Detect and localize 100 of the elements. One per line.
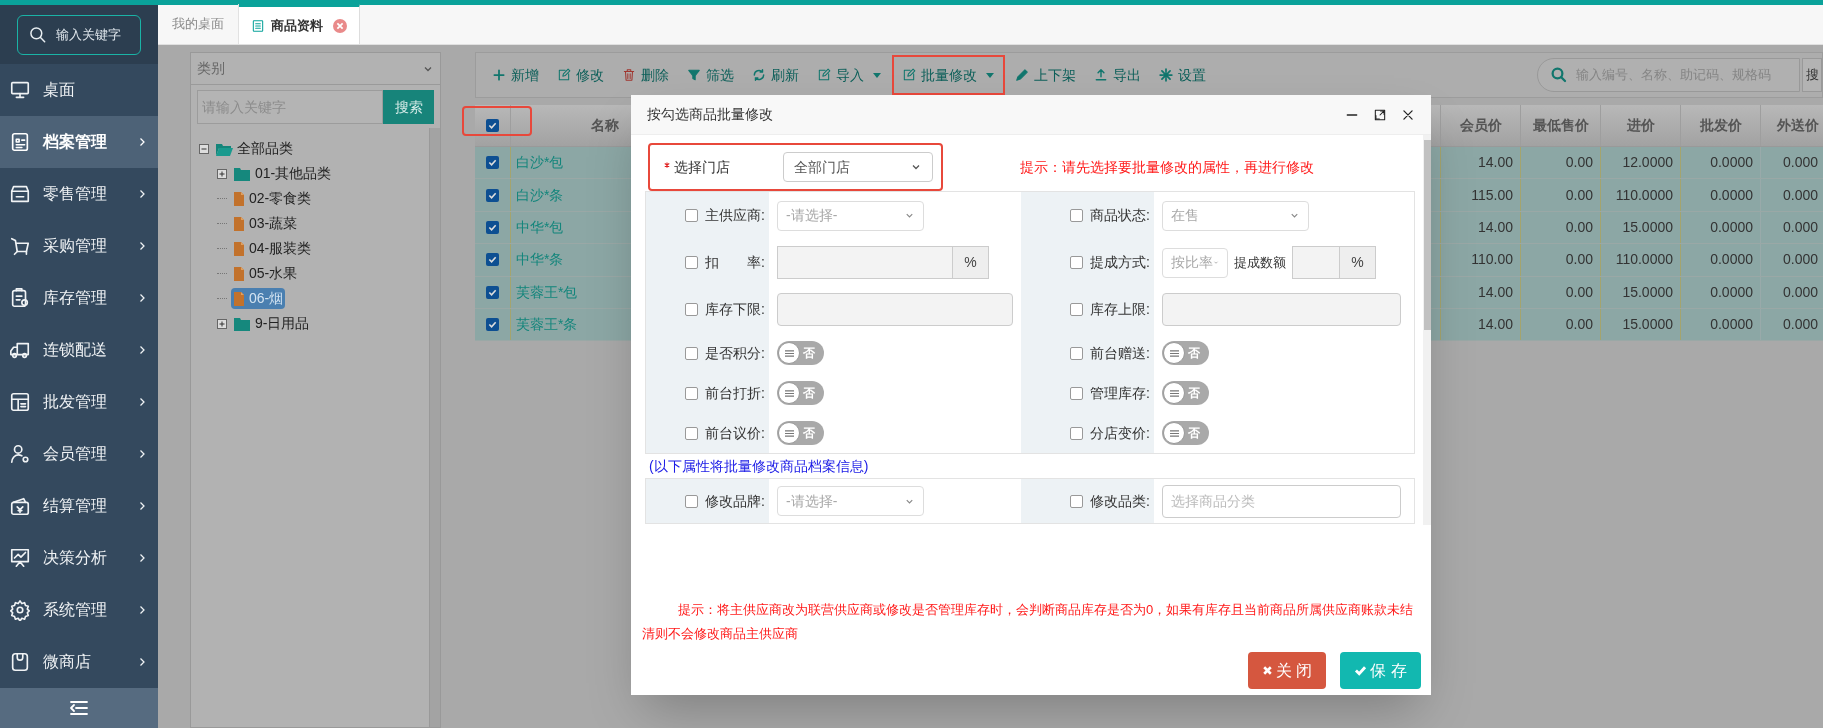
checkbox[interactable] (486, 188, 499, 202)
tree-item[interactable]: 01-其他品类 (231, 163, 334, 184)
checkbox[interactable] (486, 253, 499, 267)
checkbox[interactable] (1070, 426, 1084, 440)
table-cell: 110.00 (1440, 244, 1520, 276)
toolbar-button[interactable]: 刷新 (744, 55, 807, 95)
toolbar-button[interactable]: 删除 (614, 55, 677, 95)
toggle-switch[interactable]: 否 (1162, 341, 1209, 365)
toolbar-button[interactable]: 新增 (484, 55, 547, 95)
toolbar-button[interactable]: 导入 (809, 55, 890, 95)
input-field[interactable]: 选择商品分类 (1162, 484, 1401, 518)
edit-icon (557, 68, 571, 82)
checkbox[interactable] (486, 119, 499, 132)
toggle-switch[interactable]: 否 (777, 341, 824, 365)
checkbox[interactable] (486, 156, 499, 170)
checkbox[interactable] (685, 346, 699, 360)
checkbox[interactable] (685, 386, 699, 400)
checkbox[interactable] (685, 256, 699, 269)
sidebar-item[interactable]: 连锁配送 (0, 324, 158, 376)
sidebar-item[interactable]: 微商店 (0, 636, 158, 688)
tab[interactable]: 商品资料 (239, 4, 360, 44)
sidebar-item[interactable]: 结算管理 (0, 480, 158, 532)
toolbar-button[interactable]: 筛选 (679, 55, 742, 95)
table-cell: 0.0000 (1680, 244, 1760, 276)
sidebar-item[interactable]: 批发管理 (0, 376, 158, 428)
input-field[interactable] (1292, 246, 1340, 279)
checkbox[interactable] (486, 318, 499, 332)
toggle-switch[interactable]: 否 (1162, 421, 1209, 445)
checkbox[interactable] (486, 285, 499, 299)
checkbox[interactable] (1070, 386, 1084, 400)
scrollbar[interactable] (429, 128, 440, 727)
save-button[interactable]: 保 存 (1340, 652, 1421, 689)
field-label: 扣 率: (705, 253, 765, 272)
tree-item[interactable]: 06-烟 (231, 288, 286, 309)
scrollbar[interactable] (1423, 135, 1431, 525)
sidebar-item[interactable]: 会员管理 (0, 428, 158, 480)
toggle-switch[interactable]: 否 (777, 421, 824, 445)
close-button[interactable]: 关 闭 (1248, 652, 1326, 689)
checkbox[interactable] (685, 426, 699, 440)
collapse-icon[interactable] (199, 143, 209, 154)
toolbar-button[interactable]: 上下架 (1007, 55, 1084, 95)
table-cell: 12.0000 (1600, 147, 1680, 179)
toggle-knob[interactable] (1163, 342, 1185, 364)
section-note: (以下属性将批量修改商品档案信息) (648, 456, 870, 476)
maximize-icon[interactable] (1373, 107, 1387, 122)
tree-item[interactable]: 05-水果 (231, 263, 300, 284)
folder-icon (233, 166, 251, 181)
toggle-knob[interactable] (778, 382, 800, 404)
toolbar-button[interactable]: 修改 (549, 55, 612, 95)
sidebar-item[interactable]: 桌面 (0, 64, 158, 116)
column-header[interactable]: 进价 (1600, 105, 1680, 146)
checkbox[interactable] (1070, 346, 1084, 360)
tree-item[interactable]: 9-日用品 (231, 313, 312, 334)
close-icon[interactable] (1401, 107, 1415, 122)
toolbar-button[interactable]: 批量修改 (892, 55, 1005, 95)
column-header[interactable]: 外送价 (1760, 105, 1823, 146)
expand-icon[interactable] (217, 168, 227, 179)
tree-item[interactable]: 02-零食类 (231, 188, 314, 209)
sidebar-item[interactable]: 采购管理 (0, 220, 158, 272)
toolbar-button[interactable]: 设置 (1151, 55, 1214, 95)
category-select[interactable]: 类别 (191, 53, 440, 85)
toggle-switch[interactable]: 否 (777, 381, 824, 405)
input-field[interactable] (777, 246, 953, 279)
sidebar-item[interactable]: 零售管理 (0, 168, 158, 220)
tree-item[interactable]: 全部品类 (213, 138, 295, 159)
table-cell: 0.00 (1520, 276, 1600, 308)
input-field[interactable] (1162, 293, 1401, 326)
sidebar-item[interactable]: 决策分析 (0, 532, 158, 584)
toggle-switch[interactable]: 否 (1162, 381, 1209, 405)
field-label: 前台议价: (705, 423, 765, 443)
sidebar-item[interactable]: 档案管理 (0, 116, 158, 168)
search-button[interactable]: 搜 (1802, 58, 1822, 92)
column-header[interactable]: 会员价 (1440, 105, 1520, 146)
checkbox[interactable] (1070, 494, 1084, 508)
open-folder-icon (215, 141, 233, 156)
expand-icon[interactable] (217, 318, 227, 329)
table-cell: 0.000 (1760, 276, 1823, 308)
checkbox[interactable] (486, 220, 499, 234)
folder-icon (233, 316, 251, 331)
store-select[interactable]: 全部门店 (783, 152, 933, 182)
toggle-knob[interactable] (1163, 382, 1185, 404)
tree-item[interactable]: 04-服装类 (231, 238, 314, 259)
file-icon (233, 241, 245, 256)
toggle-knob[interactable] (1163, 422, 1185, 444)
search-button[interactable]: 搜索 (383, 90, 434, 124)
column-header[interactable]: 批发价 (1680, 105, 1760, 146)
table-cell: 15.0000 (1600, 276, 1680, 308)
file-icon (233, 191, 245, 206)
toggle-knob[interactable] (778, 422, 800, 444)
table-cell: 14.00 (1440, 211, 1520, 244)
checkbox[interactable] (685, 303, 699, 316)
toggle-knob[interactable] (778, 342, 800, 364)
tree-item[interactable]: 03-蔬菜 (231, 213, 300, 234)
toolbar-button[interactable]: 导出 (1086, 55, 1149, 95)
search-button[interactable]: 输入关键字 (17, 14, 141, 55)
sidebar-item[interactable]: 库存管理 (0, 272, 158, 324)
column-header[interactable]: 最低售价 (1520, 105, 1600, 146)
sidebar-item[interactable]: 系统管理 (0, 584, 158, 636)
checkbox[interactable] (1070, 303, 1084, 316)
input-field[interactable] (777, 293, 1013, 326)
